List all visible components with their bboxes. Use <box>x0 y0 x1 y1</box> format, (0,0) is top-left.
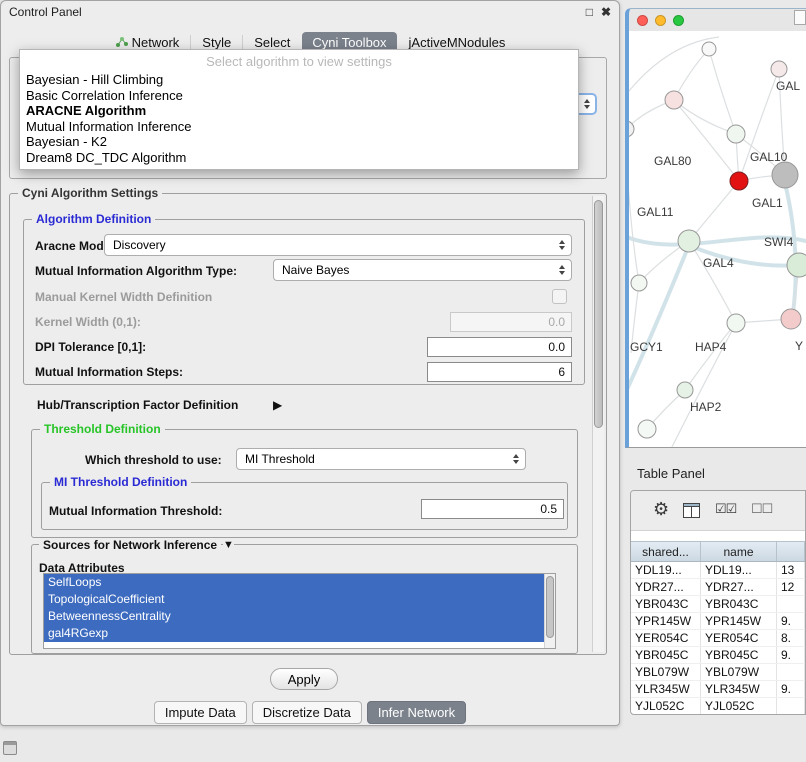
network-canvas[interactable]: GAL GAL80 GAL10 GAL11 GAL1 SWI4 GAL4 GCY… <box>629 31 806 447</box>
table-panel-title: Table Panel <box>637 466 705 481</box>
list-scrollbar[interactable] <box>544 574 555 648</box>
kernel-width-label: Kernel Width (0,1): <box>35 315 141 329</box>
table-row[interactable]: YBR043CYBR043C <box>631 596 805 613</box>
popup-placeholder: Select algorithm to view settings <box>20 52 578 72</box>
popup-option[interactable]: Bayesian - K2 <box>20 134 578 150</box>
restore-panel-icon[interactable] <box>3 741 17 755</box>
data-attributes-list: SelfLoops TopologicalCoefficient Between… <box>43 573 556 649</box>
node-label[interactable]: GAL1 <box>752 196 783 210</box>
list-item-selected[interactable]: BetweennessCentrality <box>44 608 544 625</box>
node-label[interactable]: HAP4 <box>695 340 726 354</box>
network-window-titlebar <box>629 9 806 31</box>
table-header-row: shared... name <box>631 541 805 562</box>
select-all-checkboxes-icon[interactable]: ☑☑ <box>715 501 736 517</box>
dpi-tolerance-label: DPI Tolerance [0,1]: <box>35 340 146 354</box>
combo-arrows-icon <box>513 454 521 464</box>
node-label[interactable]: Y <box>795 339 803 353</box>
manual-kernel-width-checkbox[interactable] <box>552 289 567 304</box>
list-item-selected[interactable]: TopologicalCoefficient <box>44 591 544 608</box>
table-row[interactable]: YDL19...YDL19...13 <box>631 562 805 579</box>
collapse-right-icon[interactable]: ▶ <box>273 398 282 412</box>
list-item-selected[interactable]: SelfLoops <box>44 574 544 591</box>
manual-kernel-width-label: Manual Kernel Width Definition <box>35 290 212 304</box>
node-label[interactable]: GCY1 <box>630 340 663 354</box>
mi-steps-label: Mutual Information Steps: <box>35 365 183 379</box>
combo-arrows-icon <box>584 99 592 109</box>
mi-threshold-field[interactable]: 0.5 <box>421 499 564 519</box>
settings-scrollbar-thumb[interactable] <box>594 200 603 428</box>
minimize-traffic-light-icon[interactable] <box>655 15 666 26</box>
node-label[interactable]: HAP2 <box>690 400 721 414</box>
node-label[interactable]: GAL11 <box>637 205 673 219</box>
settings-scrollbar[interactable] <box>592 196 604 652</box>
list-scrollbar-thumb[interactable] <box>546 576 554 638</box>
network-view-window: GAL GAL80 GAL10 GAL11 GAL1 SWI4 GAL4 GCY… <box>625 8 806 448</box>
table-row[interactable]: YBL079WYBL079W <box>631 664 805 681</box>
dpi-tolerance-field[interactable]: 0.0 <box>427 337 572 357</box>
node-label[interactable]: SWI4 <box>764 235 793 249</box>
list-item-selected[interactable]: gal4RGexp <box>44 625 544 642</box>
control-panel-window: Control Panel □ ✖ Network Style Select C… <box>0 0 620 726</box>
close-traffic-light-icon[interactable] <box>637 15 648 26</box>
combo-arrows-icon <box>559 240 567 250</box>
algorithm-dropdown-popup: Select algorithm to view settings Bayesi… <box>19 49 579 170</box>
bottom-tabbar: Impute Data Discretize Data Infer Networ… <box>1 701 619 724</box>
aracne-mode-label: Aracne Mode: <box>35 239 114 253</box>
kernel-width-field[interactable]: 0.0 <box>450 312 572 332</box>
tab-separator <box>190 35 191 49</box>
node-label[interactable]: GAL10 <box>750 150 787 164</box>
desktop: Control Panel □ ✖ Network Style Select C… <box>0 0 806 762</box>
table-panel-window: ⚙ ☑☑ ☐☐ shared... name YDL19...YDL19...1… <box>630 490 806 715</box>
mi-threshold-group-title: MI Threshold Definition <box>50 475 191 489</box>
popup-option-selected[interactable]: ARACNE Algorithm <box>20 103 578 119</box>
settings-group-title: Cyni Algorithm Settings <box>18 186 162 200</box>
node-label[interactable]: GAL80 <box>654 154 691 168</box>
table-row[interactable]: YBR045CYBR045C9. <box>631 647 805 664</box>
apply-button[interactable]: Apply <box>270 668 338 690</box>
close-window-icon[interactable]: ✖ <box>601 6 611 18</box>
tab-discretize-data[interactable]: Discretize Data <box>252 701 362 724</box>
popup-option[interactable]: Mutual Information Inference <box>20 119 578 135</box>
deselect-all-checkboxes-icon[interactable]: ☐☐ <box>751 501 772 517</box>
which-threshold-label: Which threshold to use: <box>85 453 222 467</box>
node-label[interactable]: GAL <box>776 79 800 93</box>
table-row[interactable]: YDR27...YDR27...12 <box>631 579 805 596</box>
tab-impute-data[interactable]: Impute Data <box>154 701 247 724</box>
tab-infer-network[interactable]: Infer Network <box>367 701 466 724</box>
which-threshold-combobox[interactable]: MI Threshold <box>236 448 526 470</box>
collapse-down-icon[interactable]: ▼ <box>223 539 234 551</box>
tab-separator <box>242 35 243 49</box>
sources-title[interactable]: Sources for Network Inference <box>39 538 221 552</box>
combo-arrows-icon <box>559 265 567 275</box>
float-window-icon[interactable]: □ <box>586 6 593 18</box>
threshold-definition-title: Threshold Definition <box>40 422 165 436</box>
column-header[interactable]: shared... <box>631 542 701 561</box>
node-label[interactable]: GAL4 <box>703 256 734 270</box>
gear-icon[interactable]: ⚙ <box>653 501 669 517</box>
control-panel-titlebar: Control Panel □ ✖ <box>1 1 619 23</box>
popup-option[interactable]: Basic Correlation Inference <box>20 88 578 104</box>
zoom-traffic-light-icon[interactable] <box>673 15 684 26</box>
table-row[interactable]: YJL052CYJL052C <box>631 698 805 715</box>
algorithm-definition-title: Algorithm Definition <box>32 212 155 226</box>
mi-steps-field[interactable]: 6 <box>427 362 572 382</box>
network-icon <box>115 36 128 48</box>
network-scrollbar-fragment[interactable] <box>794 10 806 25</box>
columns-icon[interactable] <box>683 503 700 518</box>
hub-definition-label[interactable]: Hub/Transcription Factor Definition <box>37 398 238 412</box>
column-header[interactable] <box>777 542 805 561</box>
table-row[interactable]: YLR345WYLR345W9. <box>631 681 805 698</box>
table-row[interactable]: YER054CYER054C8. <box>631 630 805 647</box>
window-title: Control Panel <box>9 5 82 19</box>
popup-option[interactable]: Bayesian - Hill Climbing <box>20 72 578 88</box>
table-toolbar: ⚙ ☑☑ ☐☐ <box>631 491 805 531</box>
mi-algorithm-type-combobox[interactable]: Naive Bayes <box>273 259 572 281</box>
mi-algorithm-type-label: Mutual Information Algorithm Type: <box>35 264 237 278</box>
popup-option[interactable]: Dream8 DC_TDC Algorithm <box>20 150 578 166</box>
aracne-mode-combobox[interactable]: Discovery <box>104 234 572 256</box>
table-row[interactable]: YPR145WYPR145W9. <box>631 613 805 630</box>
column-header[interactable]: name <box>701 542 777 561</box>
mi-threshold-label: Mutual Information Threshold: <box>49 504 222 518</box>
